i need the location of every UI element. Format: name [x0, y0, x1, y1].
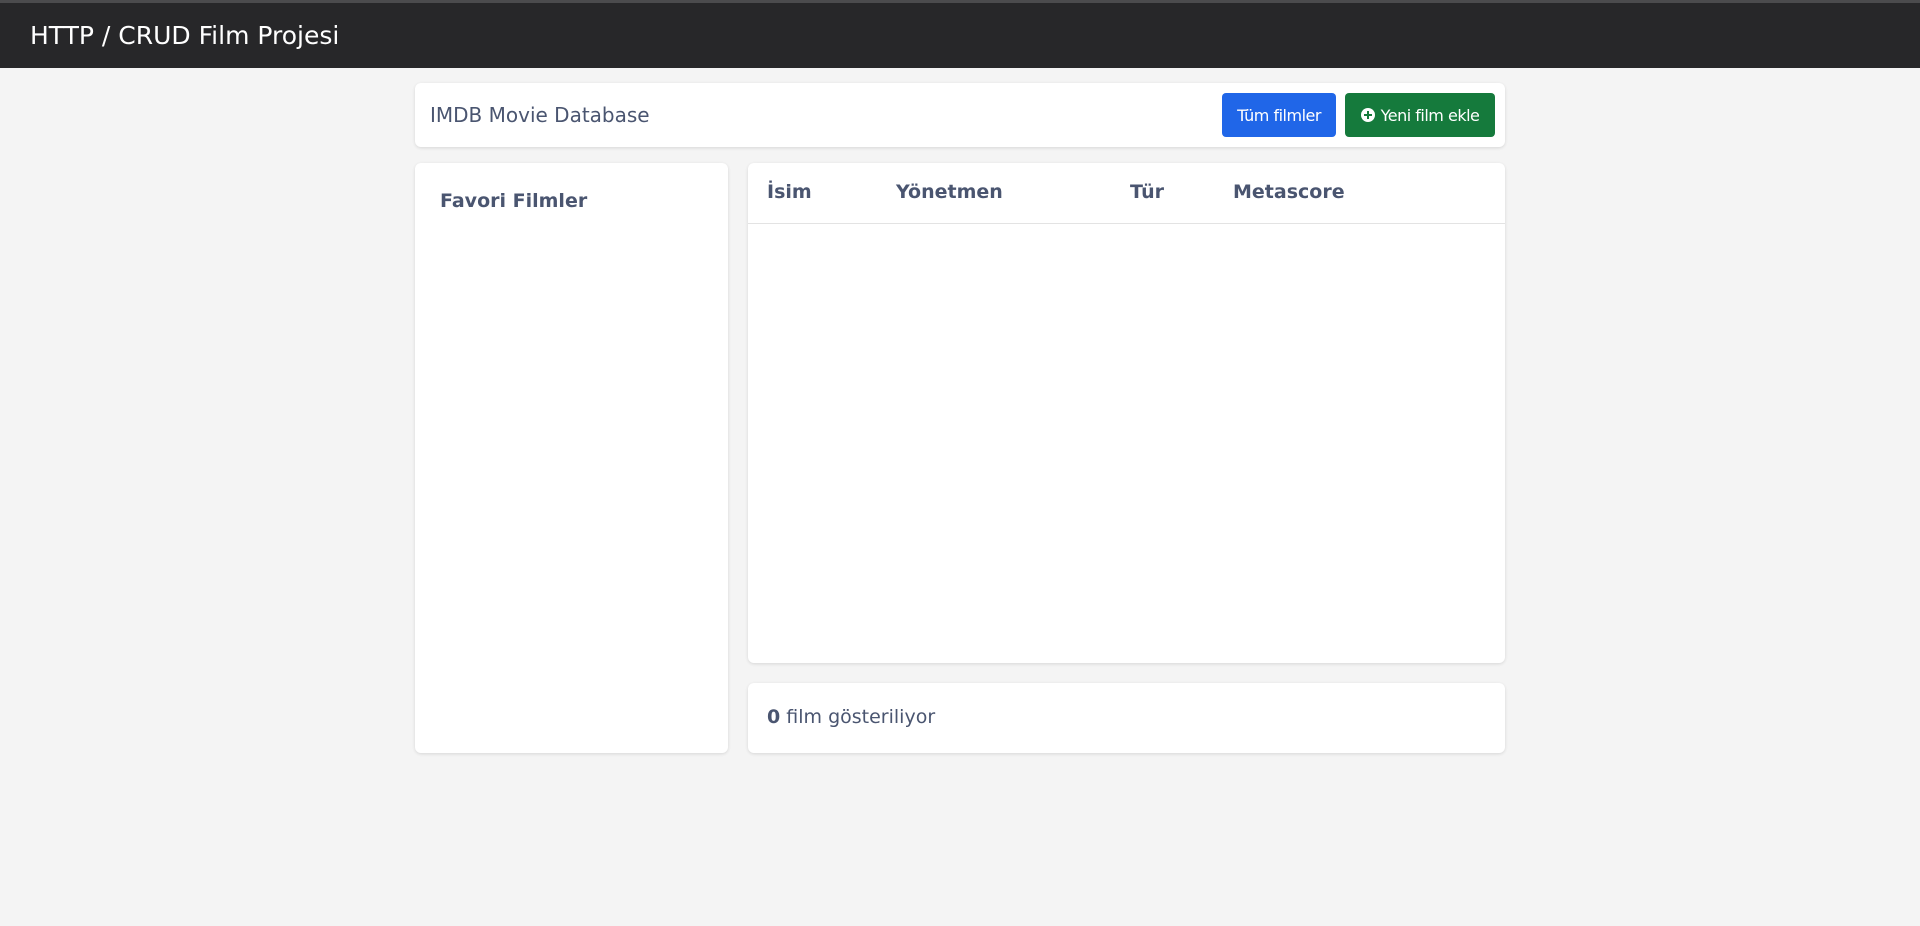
add-movie-label: Yeni film ekle	[1380, 105, 1480, 125]
app-title: HTTP / CRUD Film Projesi	[30, 21, 340, 50]
plus-circle-icon	[1360, 108, 1375, 122]
favorites-title: Favori Filmler	[440, 190, 588, 212]
movies-table: İsim Yönetmen Tür Metascore	[748, 163, 1505, 663]
results-label: film gösteriliyor	[786, 706, 936, 728]
results-count-text: 0 film gösteriliyor	[767, 706, 935, 728]
column-header-genre[interactable]: Tür	[1130, 181, 1164, 203]
page-title: IMDB Movie Database	[430, 103, 650, 127]
add-movie-button[interactable]: Yeni film ekle	[1345, 93, 1495, 137]
results-footer: 0 film gösteriliyor	[748, 683, 1505, 753]
column-header-director[interactable]: Yönetmen	[896, 181, 1003, 203]
column-header-name[interactable]: İsim	[767, 181, 812, 203]
all-movies-button[interactable]: Tüm filmler	[1222, 93, 1336, 137]
header-card: IMDB Movie Database Tüm filmler Yeni fil…	[415, 83, 1505, 147]
column-header-metascore[interactable]: Metascore	[1233, 181, 1345, 203]
all-movies-label: Tüm filmler	[1237, 105, 1321, 125]
top-navbar: HTTP / CRUD Film Projesi	[0, 0, 1920, 68]
favorites-panel: Favori Filmler	[415, 163, 728, 753]
table-header: İsim Yönetmen Tür Metascore	[748, 163, 1505, 224]
results-count: 0	[767, 706, 781, 728]
